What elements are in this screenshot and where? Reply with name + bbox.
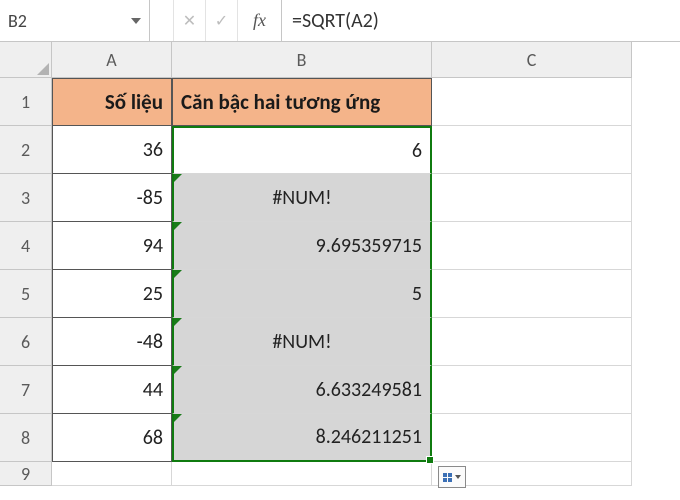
error-indicator-icon bbox=[174, 414, 182, 422]
cell-b9[interactable] bbox=[172, 462, 432, 486]
cell-c4[interactable] bbox=[432, 222, 632, 270]
autofill-options-button[interactable] bbox=[438, 466, 466, 488]
cell-a6[interactable]: -48 bbox=[52, 318, 172, 366]
name-box-value: B2 bbox=[8, 10, 125, 32]
error-indicator-icon bbox=[174, 174, 182, 182]
formula-bar: B2 ✕ ✓ fx =SQRT(A2) bbox=[0, 0, 680, 42]
cell-a3[interactable]: -85 bbox=[52, 174, 172, 222]
cell-a1[interactable]: Số liệu bbox=[52, 78, 172, 126]
row-header-3[interactable]: 3 bbox=[0, 174, 52, 222]
row-header-4[interactable]: 4 bbox=[0, 222, 52, 270]
cell-c5[interactable] bbox=[432, 270, 632, 318]
cell-c2[interactable] bbox=[432, 126, 632, 174]
cell-a2[interactable]: 36 bbox=[52, 126, 172, 174]
check-icon: ✓ bbox=[215, 11, 228, 31]
row-header-7[interactable]: 7 bbox=[0, 366, 52, 414]
cell-a9[interactable] bbox=[52, 462, 172, 486]
fill-handle[interactable] bbox=[426, 456, 434, 464]
cell-c3[interactable] bbox=[432, 174, 632, 222]
row-header-9[interactable]: 9 bbox=[0, 462, 52, 486]
error-indicator-icon bbox=[174, 222, 182, 230]
column-header-b[interactable]: B bbox=[172, 42, 432, 78]
column-header-c[interactable]: C bbox=[432, 42, 632, 78]
error-indicator-icon bbox=[174, 366, 182, 374]
enter-button[interactable]: ✓ bbox=[206, 0, 238, 41]
row-header-8[interactable]: 8 bbox=[0, 414, 52, 462]
cell-b7[interactable]: 6.633249581 bbox=[172, 366, 432, 414]
cell-c7[interactable] bbox=[432, 366, 632, 414]
worksheet-grid: A B C 1 Số liệu Căn bậc hai tương ứng 2 … bbox=[0, 42, 680, 486]
cell-b8[interactable]: 8.246211251 bbox=[172, 414, 432, 462]
formula-bar-divider bbox=[150, 0, 174, 41]
autofill-options-icon bbox=[443, 473, 452, 482]
chevron-down-icon[interactable] bbox=[131, 18, 141, 24]
cell-a5[interactable]: 25 bbox=[52, 270, 172, 318]
formula-text: =SQRT(A2) bbox=[292, 9, 379, 33]
cell-b1[interactable]: Căn bậc hai tương ứng bbox=[172, 78, 432, 126]
cell-a8[interactable]: 68 bbox=[52, 414, 172, 462]
cell-a4[interactable]: 94 bbox=[52, 222, 172, 270]
cell-c1[interactable] bbox=[432, 78, 632, 126]
error-indicator-icon bbox=[174, 270, 182, 278]
cell-b2[interactable]: 6 bbox=[172, 126, 432, 174]
cell-c8[interactable] bbox=[432, 414, 632, 462]
cell-b6[interactable]: #NUM! bbox=[172, 318, 432, 366]
cancel-button[interactable]: ✕ bbox=[174, 0, 206, 41]
formula-input[interactable]: =SQRT(A2) bbox=[282, 0, 680, 41]
cell-b4[interactable]: 9.695359715 bbox=[172, 222, 432, 270]
row-header-6[interactable]: 6 bbox=[0, 318, 52, 366]
cell-a7[interactable]: 44 bbox=[52, 366, 172, 414]
name-box[interactable]: B2 bbox=[0, 0, 150, 41]
column-header-a[interactable]: A bbox=[52, 42, 172, 78]
error-indicator-icon bbox=[174, 318, 182, 326]
cell-b5[interactable]: 5 bbox=[172, 270, 432, 318]
select-all-corner[interactable] bbox=[0, 42, 52, 78]
row-header-2[interactable]: 2 bbox=[0, 126, 52, 174]
fx-icon: fx bbox=[253, 10, 266, 31]
row-header-1[interactable]: 1 bbox=[0, 78, 52, 126]
insert-function-button[interactable]: fx bbox=[238, 0, 282, 41]
row-header-5[interactable]: 5 bbox=[0, 270, 52, 318]
cell-c6[interactable] bbox=[432, 318, 632, 366]
cell-b3[interactable]: #NUM! bbox=[172, 174, 432, 222]
close-icon: ✕ bbox=[183, 11, 196, 31]
